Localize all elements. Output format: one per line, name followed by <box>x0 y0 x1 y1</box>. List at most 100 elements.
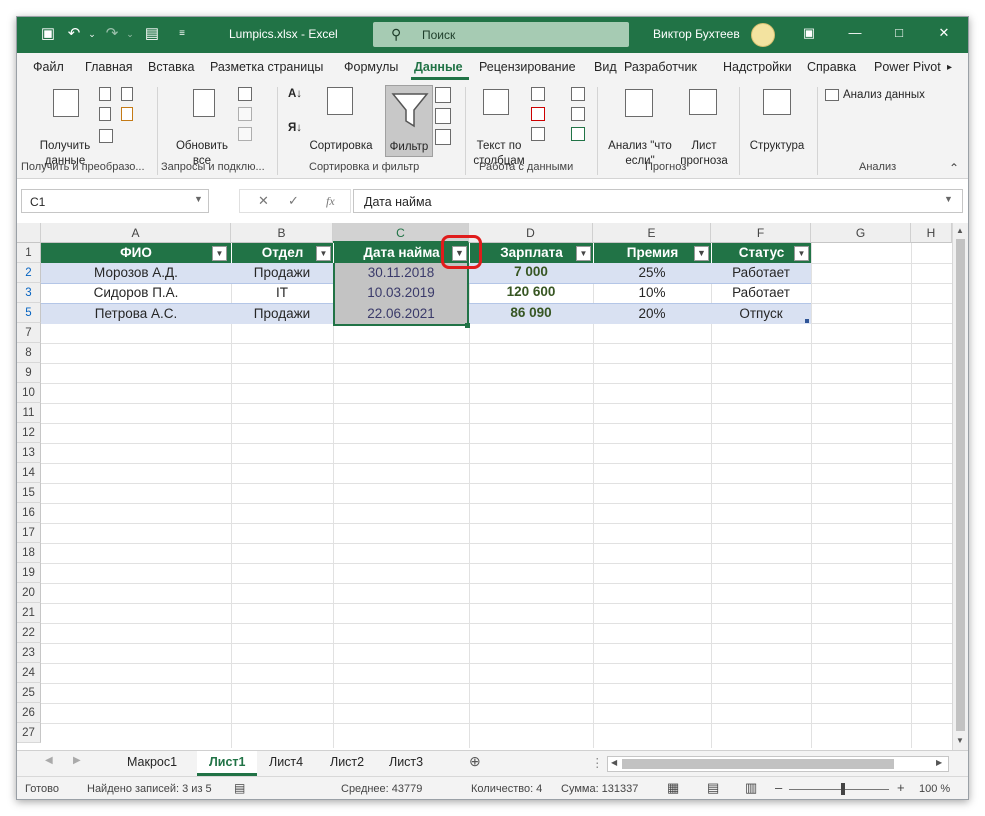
table-header-salary[interactable]: Зарплата ▼ <box>469 243 593 263</box>
page-layout-icon[interactable]: ▤ <box>707 780 719 796</box>
row-header[interactable]: 8 <box>17 343 41 363</box>
table-cell[interactable]: 22.06.2021 <box>333 304 469 324</box>
col-header-e[interactable]: E <box>593 223 711 243</box>
filter-button[interactable]: Фильтр <box>385 85 433 157</box>
from-table-icon[interactable] <box>99 129 113 143</box>
vertical-scroll-thumb[interactable] <box>956 239 965 731</box>
table-cell[interactable]: Продажи <box>231 263 333 283</box>
filter-dropdown-icon[interactable]: ▼ <box>576 246 591 261</box>
row-header[interactable]: 5 <box>17 303 41 323</box>
zoom-level[interactable]: 100 % <box>919 783 950 795</box>
row-header[interactable]: 10 <box>17 383 41 403</box>
table-cell[interactable]: IT <box>231 283 333 303</box>
row-header[interactable]: 12 <box>17 423 41 443</box>
col-header-h[interactable]: H <box>911 223 952 243</box>
tabs-scroll-right-icon[interactable]: ▸ <box>947 62 952 73</box>
row-header[interactable]: 26 <box>17 703 41 723</box>
tab-page-layout[interactable]: Разметка страницы <box>210 60 323 74</box>
sheet-tab-list4[interactable]: Лист4 <box>269 755 303 769</box>
formula-input[interactable]: Дата найма ▼ <box>353 189 963 213</box>
worksheet-grid[interactable]: A B C D E F G H 1 2 3 5 7 8 9 10 11 12 1… <box>17 223 952 748</box>
row-header[interactable]: 13 <box>17 443 41 463</box>
scroll-right-icon[interactable]: ▶ <box>936 758 942 767</box>
zoom-slider[interactable] <box>789 789 889 790</box>
sheet-tab-list2[interactable]: Лист2 <box>330 755 364 769</box>
tab-data[interactable]: Данные <box>414 60 463 74</box>
sort-button[interactable]: Сортировка <box>307 139 375 154</box>
consolidate-icon[interactable] <box>571 87 585 101</box>
horizontal-scroll-thumb[interactable] <box>622 759 894 769</box>
camera-icon[interactable]: ▤ <box>143 25 161 43</box>
reapply-filter-icon[interactable] <box>435 108 451 124</box>
filter-dropdown-icon[interactable]: ▼ <box>316 246 331 261</box>
table-cell[interactable]: 25% <box>593 263 711 283</box>
clear-filter-icon[interactable] <box>435 87 451 103</box>
row-header[interactable]: 9 <box>17 363 41 383</box>
queries-icon[interactable] <box>238 87 252 101</box>
row-header[interactable]: 20 <box>17 583 41 603</box>
tab-home[interactable]: Главная <box>85 60 133 74</box>
table-cell[interactable]: 10.03.2019 <box>333 283 469 303</box>
row-header[interactable]: 1 <box>17 243 41 263</box>
col-header-b[interactable]: B <box>231 223 333 243</box>
zoom-out-icon[interactable]: – <box>775 780 782 795</box>
row-header[interactable]: 14 <box>17 463 41 483</box>
tab-insert[interactable]: Вставка <box>148 60 194 74</box>
data-validation-icon[interactable] <box>531 127 545 141</box>
col-header-f[interactable]: F <box>711 223 811 243</box>
scroll-up-icon[interactable]: ▲ <box>956 226 964 235</box>
properties-icon[interactable] <box>238 107 252 121</box>
scroll-down-icon[interactable]: ▼ <box>956 736 964 745</box>
maximize-icon[interactable]: □ <box>889 25 909 40</box>
table-cell[interactable]: 7 000 <box>469 262 593 282</box>
tab-power-pivot[interactable]: Power Pivot <box>874 60 941 74</box>
user-name[interactable]: Виктор Бухтеев <box>653 27 740 41</box>
row-header[interactable]: 27 <box>17 723 41 743</box>
row-header[interactable]: 21 <box>17 603 41 623</box>
structure-button[interactable]: Структура <box>743 139 811 154</box>
data-analysis-button[interactable]: Анализ данных <box>843 88 925 103</box>
close-icon[interactable]: ✕ <box>934 25 954 41</box>
sheet-tab-list3[interactable]: Лист3 <box>389 755 423 769</box>
cancel-icon[interactable]: ✕ <box>258 193 269 209</box>
table-cell[interactable]: Морозов А.Д. <box>41 263 231 283</box>
col-header-a[interactable]: A <box>41 223 231 243</box>
name-box[interactable]: C1 ▼ <box>21 189 209 213</box>
existing-connections-icon[interactable] <box>121 107 133 121</box>
insert-function-icon[interactable]: fx <box>326 194 335 209</box>
zoom-in-icon[interactable]: + <box>897 780 905 795</box>
edit-links-icon[interactable] <box>238 127 252 141</box>
tab-file[interactable]: Файл <box>33 60 64 74</box>
advanced-filter-icon[interactable] <box>435 129 451 145</box>
horizontal-scrollbar[interactable]: ◀ ▶ <box>607 756 949 772</box>
table-cell[interactable]: 20% <box>593 304 711 324</box>
table-cell[interactable]: Работает <box>711 263 811 283</box>
table-cell[interactable]: Отпуск <box>711 304 811 324</box>
minimize-icon[interactable]: — <box>845 25 865 40</box>
col-header-d[interactable]: D <box>469 223 593 243</box>
filter-dropdown-icon[interactable]: ▼ <box>794 246 809 261</box>
remove-duplicates-icon[interactable] <box>531 107 545 121</box>
row-header[interactable]: 18 <box>17 543 41 563</box>
ribbon-display-icon[interactable]: ▣ <box>799 25 819 41</box>
flash-fill-icon[interactable] <box>531 87 545 101</box>
row-header[interactable]: 23 <box>17 643 41 663</box>
tab-view[interactable]: Вид <box>594 60 617 74</box>
sort-za-icon[interactable]: Я↓ <box>285 121 305 136</box>
recent-sources-icon[interactable] <box>121 87 133 101</box>
avatar[interactable] <box>751 23 775 47</box>
undo-dropdown-icon[interactable]: ⌄ <box>83 25 101 43</box>
table-header-department[interactable]: Отдел ▼ <box>231 243 333 263</box>
tab-formulas[interactable]: Формулы <box>344 60 398 74</box>
select-all-corner[interactable] <box>17 223 41 243</box>
fill-handle[interactable] <box>465 323 470 328</box>
row-header[interactable]: 15 <box>17 483 41 503</box>
accessibility-icon[interactable]: ▤ <box>234 781 245 795</box>
row-header[interactable]: 16 <box>17 503 41 523</box>
row-header[interactable]: 11 <box>17 403 41 423</box>
table-header-status[interactable]: Статус ▼ <box>711 243 811 263</box>
table-cell[interactable]: Петрова А.С. <box>41 304 231 324</box>
collapse-ribbon-icon[interactable]: ⌃ <box>949 161 959 175</box>
table-header-bonus[interactable]: Премия ▼ <box>593 243 711 263</box>
table-cell[interactable]: Продажи <box>231 304 333 324</box>
